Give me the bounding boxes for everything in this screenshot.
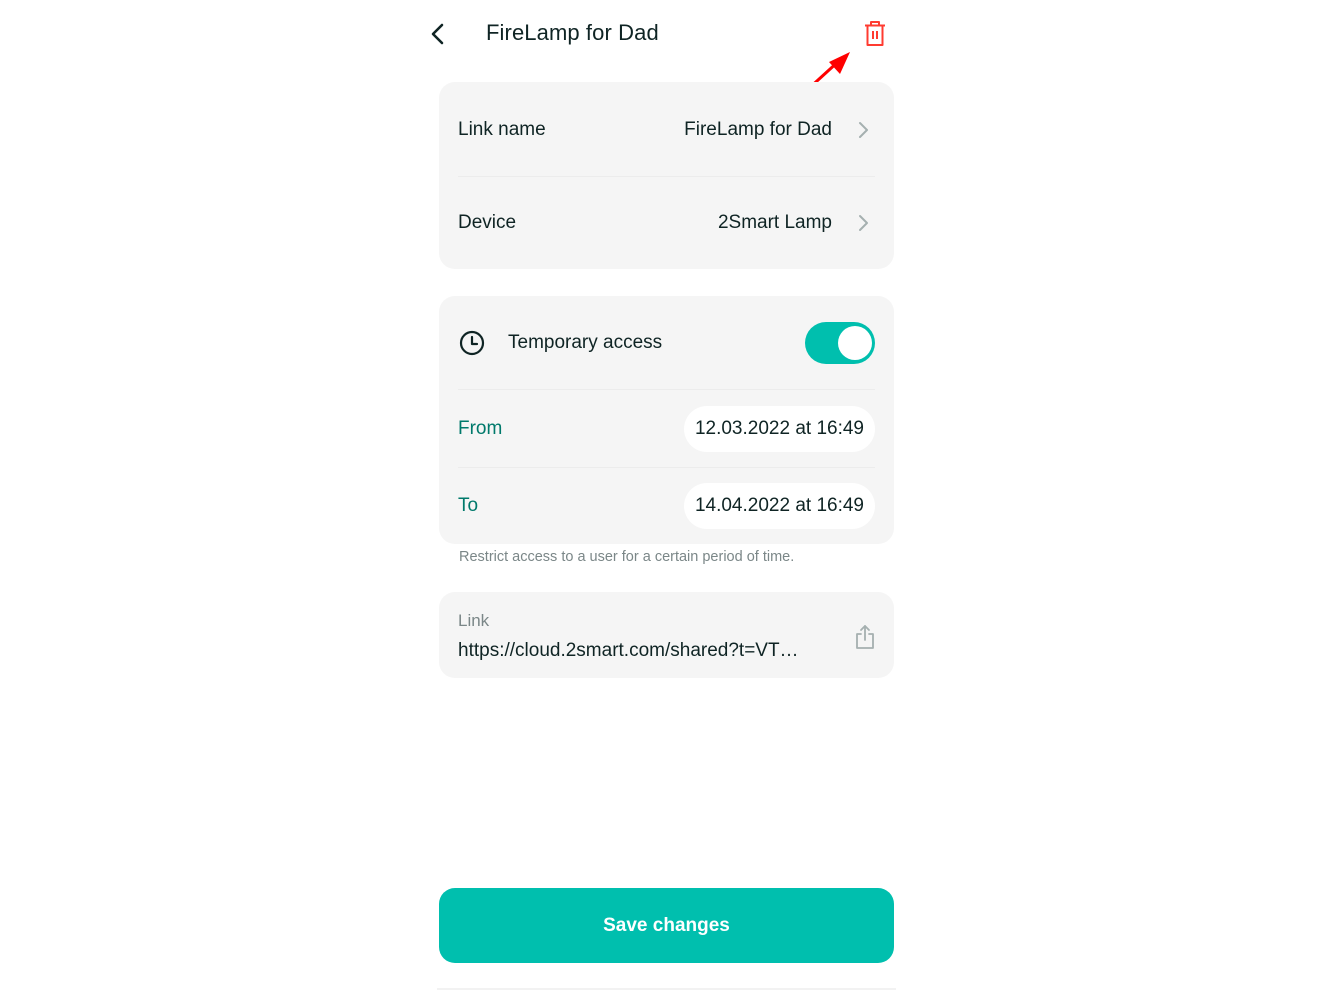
link-details-card: Link name FireLamp for Dad Device 2Smart… xyxy=(439,82,894,269)
page-title: FireLamp for Dad xyxy=(486,20,659,45)
link-name-row[interactable]: Link name FireLamp for Dad xyxy=(439,82,894,177)
share-icon xyxy=(856,625,874,649)
trash-icon xyxy=(865,21,885,46)
divider xyxy=(458,389,875,390)
back-button[interactable] xyxy=(424,18,454,50)
device-value: 2Smart Lamp xyxy=(717,212,832,233)
divider xyxy=(458,467,875,468)
link-label: Link xyxy=(458,611,490,630)
link-url[interactable]: https://cloud.2smart.com/shared?t=VT… xyxy=(458,640,799,662)
bottom-divider xyxy=(437,988,896,990)
chevron-right-icon xyxy=(859,215,868,231)
link-name-label: Link name xyxy=(458,118,546,140)
chevron-left-icon xyxy=(431,23,444,45)
device-label: Device xyxy=(458,212,517,233)
from-date-picker[interactable]: 12.03.2022 at 16:49 xyxy=(683,406,875,452)
link-card: Link https://cloud.2smart.com/shared?t=V… xyxy=(439,592,894,678)
temporary-access-label: Temporary access xyxy=(508,332,663,353)
chevron-right-icon xyxy=(859,121,868,138)
save-changes-button[interactable]: Save changes xyxy=(439,888,894,963)
share-button[interactable] xyxy=(853,624,877,650)
delete-button[interactable] xyxy=(860,18,890,50)
clock-icon xyxy=(459,330,485,356)
temporary-access-hint: Restrict access to a user for a certain … xyxy=(459,549,795,565)
temporary-access-toggle[interactable] xyxy=(805,322,875,364)
to-date-picker[interactable]: 14.04.2022 at 16:49 xyxy=(683,483,875,529)
temporary-access-card: Temporary access From 12.03.2022 at 16:4… xyxy=(439,296,894,544)
toggle-knob xyxy=(838,326,872,360)
from-label: From xyxy=(458,418,503,439)
link-name-value: FireLamp for Dad xyxy=(684,118,832,140)
device-row[interactable]: Device 2Smart Lamp xyxy=(439,177,894,269)
to-label: To xyxy=(458,495,479,516)
